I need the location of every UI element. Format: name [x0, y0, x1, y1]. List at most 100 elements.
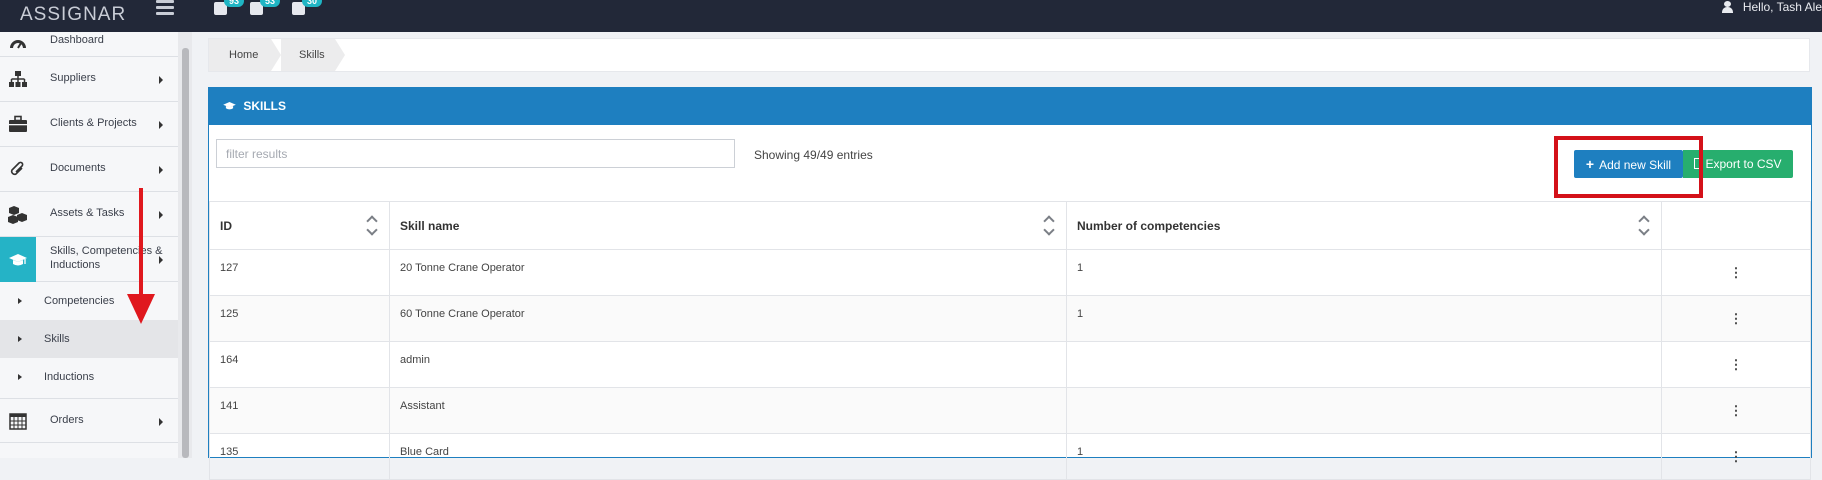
graduation-cap-icon: [223, 102, 236, 110]
cell-id: 135: [209, 433, 390, 480]
skills-table: ID Skill name Number of competencies 127…: [209, 201, 1811, 480]
cell-competencies: 1: [1066, 249, 1662, 296]
chevron-right-icon: [159, 166, 163, 174]
sort-icon[interactable]: [367, 217, 377, 235]
cell-competencies: 1: [1066, 295, 1662, 342]
sidebar-item-suppliers[interactable]: Suppliers: [0, 57, 178, 102]
logo-text: ASSIGNAR: [20, 4, 127, 25]
breadcrumb: Home Skills: [208, 38, 1810, 72]
filter-input[interactable]: [216, 139, 735, 168]
sidebar-item-dashboard[interactable]: Dashboard: [0, 32, 178, 57]
sidebar-subitem-label: Skills: [44, 333, 70, 345]
chevron-right-icon: [159, 76, 163, 84]
column-header-skill-name[interactable]: Skill name: [389, 201, 1067, 250]
column-header-id[interactable]: ID: [209, 201, 390, 250]
column-header-competencies[interactable]: Number of competencies: [1066, 201, 1662, 250]
users-icon[interactable]: 93: [214, 0, 244, 18]
sidebar-item-orders[interactable]: Orders: [0, 398, 178, 443]
sidebar-item-assets-tasks[interactable]: Assets & Tasks: [0, 192, 178, 237]
row-actions-icon[interactable]: ⋮: [1661, 387, 1811, 434]
cell-skill-name: 60 Tonne Crane Operator: [389, 295, 1067, 342]
export-label: Export to CSV: [1705, 157, 1782, 171]
cell-competencies: [1066, 387, 1662, 434]
annotation-highlight-box: [1554, 136, 1703, 198]
row-actions-icon[interactable]: ⋮: [1661, 341, 1811, 388]
user-menu[interactable]: Hello, Tash Ale: [1721, 0, 1822, 14]
cell-id: 141: [209, 387, 390, 434]
sidebar-item-label: Assets & Tasks: [50, 207, 125, 219]
table-row[interactable]: 135 Blue Card 1 ⋮: [209, 433, 1811, 480]
cell-skill-name: 20 Tonne Crane Operator: [389, 249, 1067, 296]
panel-header: SKILLS: [209, 88, 1811, 125]
cell-id: 127: [209, 249, 390, 296]
breadcrumb-home[interactable]: Home: [209, 39, 281, 71]
chevron-right-icon: [159, 256, 163, 264]
cell-competencies: 1: [1066, 433, 1662, 480]
sidebar-subitem-skills[interactable]: Skills: [0, 320, 178, 358]
menu-toggle-icon[interactable]: [156, 0, 174, 15]
sidebar-item-label: Suppliers: [50, 72, 96, 84]
sidebar-scrollbar-thumb[interactable]: [182, 48, 189, 458]
greeting-text: Hello, Tash Ale: [1742, 0, 1822, 14]
annotation-arrow-head: [127, 294, 155, 324]
chevron-right-icon: [159, 211, 163, 219]
sort-icon[interactable]: [1044, 217, 1054, 235]
cell-skill-name: Blue Card: [389, 433, 1067, 480]
column-header-actions: [1661, 201, 1811, 250]
cubes-badge: 53: [260, 0, 280, 7]
top-navbar: ASSIGNAR 93 53 30 Hello, Tash Ale: [0, 0, 1822, 32]
skills-panel: SKILLS Showing 49/49 entries +Add new Sk…: [208, 87, 1812, 480]
cell-id: 125: [209, 295, 390, 342]
sidebar-item-documents[interactable]: Documents: [0, 147, 178, 192]
inbox-icon[interactable]: 30: [292, 0, 322, 18]
sitemap-icon: [0, 57, 36, 101]
user-icon: [1721, 1, 1733, 13]
caret-right-icon: [18, 374, 22, 380]
cell-competencies: [1066, 341, 1662, 388]
sidebar-item-label: Documents: [50, 162, 106, 174]
sort-icon[interactable]: [1639, 217, 1649, 235]
table-header-row: ID Skill name Number of competencies: [209, 201, 1811, 250]
sidebar: Dashboard Suppliers Clients & Projects D…: [0, 32, 178, 458]
sidebar-item-clients-projects[interactable]: Clients & Projects: [0, 102, 178, 147]
sidebar-item-label: Dashboard: [50, 34, 104, 46]
cell-id: 164: [209, 341, 390, 388]
briefcase-icon: [0, 102, 36, 146]
header-label: ID: [220, 218, 232, 233]
cell-skill-name: Assistant: [389, 387, 1067, 434]
breadcrumb-skills[interactable]: Skills: [281, 39, 345, 71]
chevron-right-icon: [159, 121, 163, 129]
cubes-icon: [0, 192, 36, 236]
sidebar-subitem-label: Inductions: [44, 371, 95, 383]
cubes-icon[interactable]: 53: [250, 0, 280, 18]
table-row[interactable]: 141 Assistant ⋮: [209, 387, 1811, 434]
paperclip-icon: [0, 147, 36, 191]
header-label: Number of competencies: [1077, 218, 1221, 233]
app-logo[interactable]: ASSIGNAR: [20, 4, 126, 30]
annotation-arrow: [139, 188, 143, 298]
sidebar-subitem-inductions[interactable]: Inductions: [0, 358, 178, 396]
dashboard-icon: [0, 32, 36, 57]
caret-right-icon: [18, 336, 22, 342]
graduation-cap-icon: [0, 237, 36, 282]
entries-count: Showing 49/49 entries: [754, 148, 873, 162]
calendar-icon: [0, 399, 36, 443]
sidebar-item-label: Skills, Competencies & Inductions: [50, 245, 163, 271]
table-row[interactable]: 164 admin ⋮: [209, 341, 1811, 388]
chevron-right-icon: [159, 418, 163, 426]
users-badge: 93: [224, 0, 244, 7]
caret-right-icon: [18, 298, 22, 304]
header-label: Skill name: [400, 218, 460, 233]
table-row[interactable]: 125 60 Tonne Crane Operator 1 ⋮: [209, 295, 1811, 342]
row-actions-icon[interactable]: ⋮: [1661, 433, 1811, 480]
sidebar-subitem-label: Competencies: [44, 295, 115, 307]
inbox-badge: 30: [302, 0, 322, 7]
sidebar-item-label: Clients & Projects: [50, 117, 137, 129]
table-row[interactable]: 127 20 Tonne Crane Operator 1 ⋮: [209, 249, 1811, 296]
row-actions-icon[interactable]: ⋮: [1661, 295, 1811, 342]
sidebar-item-label: Orders: [50, 414, 84, 426]
cell-skill-name: admin: [389, 341, 1067, 388]
row-actions-icon[interactable]: ⋮: [1661, 249, 1811, 296]
panel-title: SKILLS: [243, 99, 287, 113]
sidebar-item-skills-competencies-inductions[interactable]: Skills, Competencies & Inductions: [0, 237, 178, 282]
